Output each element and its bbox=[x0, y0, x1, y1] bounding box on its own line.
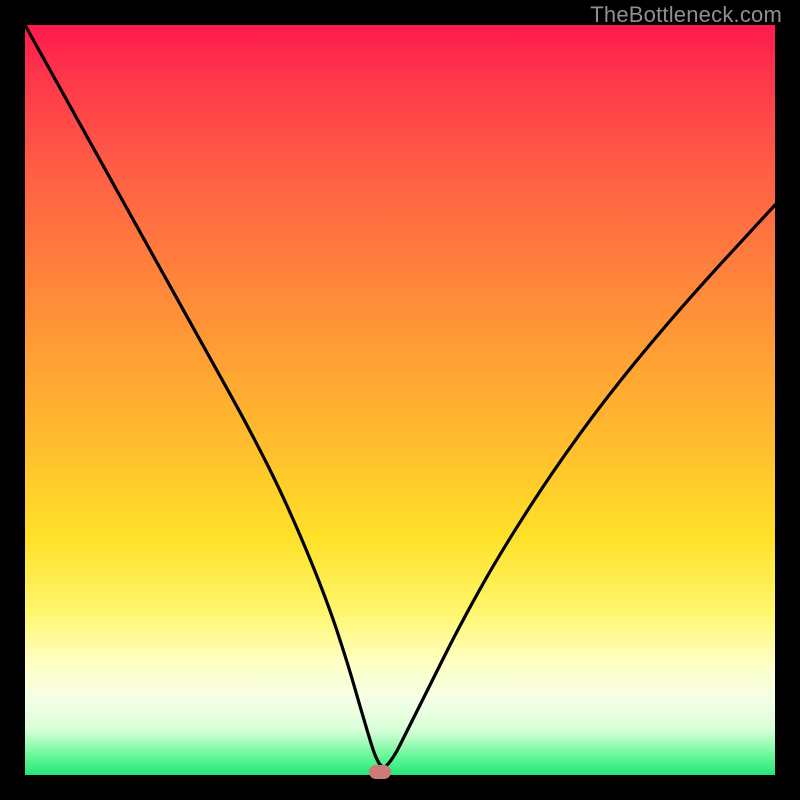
chart-frame: TheBottleneck.com bbox=[0, 0, 800, 800]
plot-area bbox=[25, 25, 775, 775]
curve-svg bbox=[25, 25, 775, 775]
bottleneck-curve bbox=[25, 25, 775, 767]
optimum-marker bbox=[369, 765, 391, 779]
